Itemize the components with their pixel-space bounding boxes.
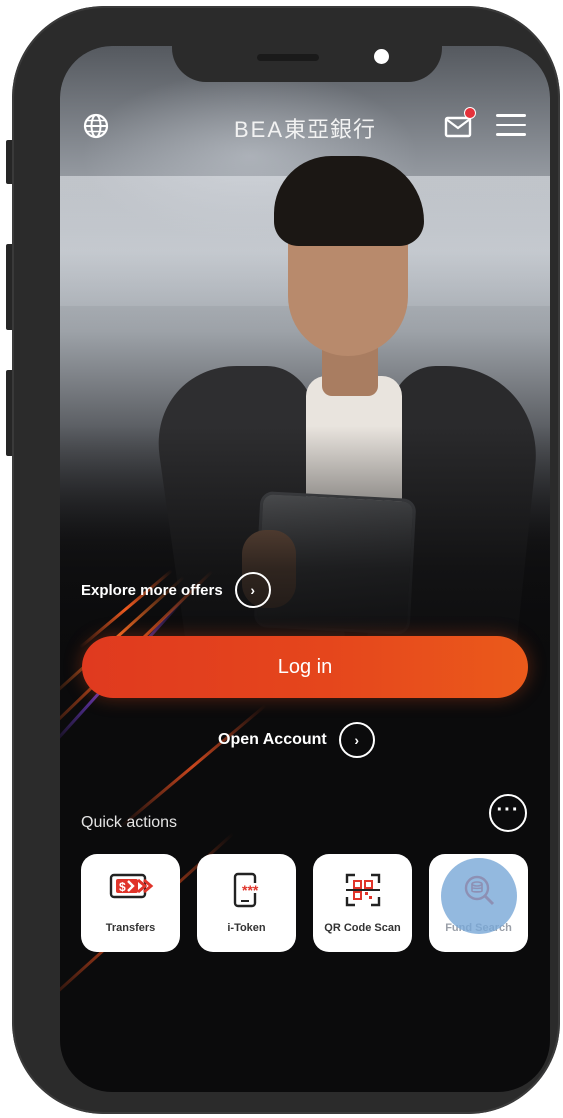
globe-icon[interactable] [80,110,112,142]
quick-action-label: Transfers [105,922,156,934]
quick-action-label: i-Token [227,922,266,934]
app-screen: BEA東亞銀行 Explore more offers › Log in Ope… [60,46,550,1092]
quick-action-i-token[interactable]: *** i-Token [197,854,296,952]
chevron-right-icon[interactable]: › [234,572,271,608]
quick-action-label: QR Code Scan [324,922,401,934]
brand-name-en: BEA [233,117,284,142]
speaker [257,54,319,61]
quick-action-qr-scan[interactable]: QR Code Scan [313,854,412,952]
touch-indicator [441,858,517,934]
more-options-icon[interactable]: ··· [489,794,527,832]
brand-logo: BEA東亞銀行 [220,112,390,144]
quick-action-transfers[interactable]: $ Transfers [81,854,180,952]
brand-name-zh: 東亞銀行 [284,117,377,142]
top-bar: BEA東亞銀行 [60,106,550,146]
quick-action-fund-search[interactable]: Fund Search [429,854,528,952]
front-camera [374,49,389,64]
phone-frame: BEA東亞銀行 Explore more offers › Log in Ope… [12,6,560,1114]
explore-offers-label: Explore more offers [81,581,223,599]
svg-text:$: $ [119,880,126,894]
chevron-right-icon[interactable]: › [338,722,375,758]
login-button[interactable]: Log in [82,636,528,698]
transfer-icon: $ [109,873,153,899]
open-account-label: Open Account [218,731,327,748]
quick-actions-title: Quick actions [81,814,178,831]
open-account-link[interactable]: Open Account › [218,722,375,758]
notch [172,12,442,82]
quick-actions-row: $ Transfers *** i-Token QR Code Scan [81,854,528,952]
svg-text:***: *** [242,882,259,898]
hamburger-menu-icon[interactable] [496,114,526,138]
hair [274,156,424,246]
phone-token-icon: *** [233,872,263,908]
qr-scan-icon [345,873,380,907]
notification-dot [464,107,476,119]
explore-offers-link[interactable]: Explore more offers › [81,572,271,608]
